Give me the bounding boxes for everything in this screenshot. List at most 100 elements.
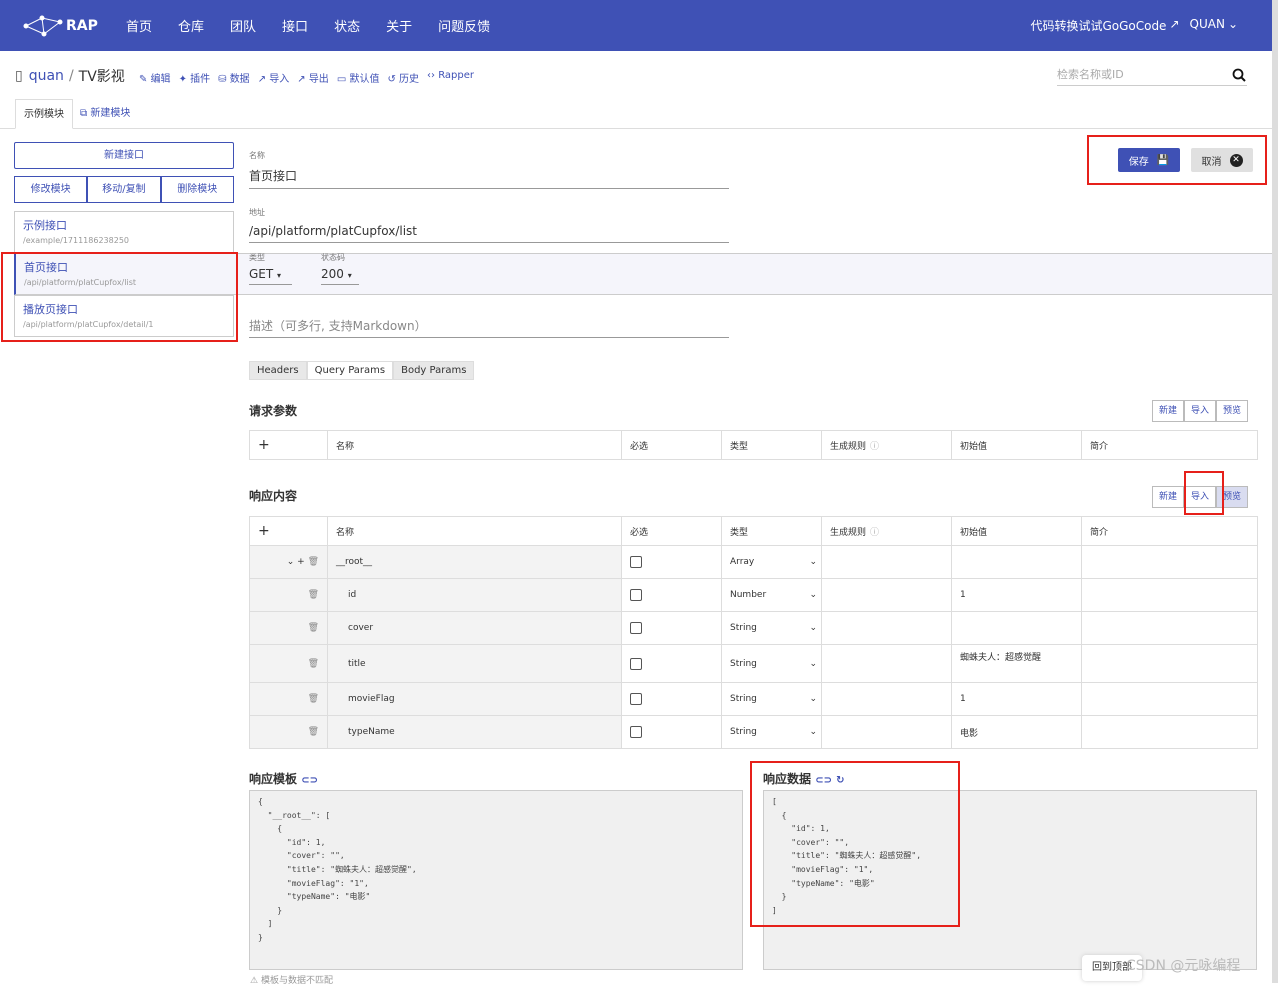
crumb-owner[interactable]: quan	[29, 68, 64, 84]
move-copy-button[interactable]: 移动/复制	[87, 176, 161, 203]
rule-input[interactable]	[822, 716, 952, 748]
rule-input[interactable]	[822, 579, 952, 611]
type-select[interactable]: String ⌄	[730, 659, 821, 669]
desc-input[interactable]	[1082, 645, 1257, 682]
field-name[interactable]: __root__	[328, 546, 622, 578]
field-name[interactable]: movieFlag	[328, 683, 622, 715]
init-input[interactable]	[952, 612, 1082, 644]
init-input[interactable]: 电影	[952, 716, 1082, 748]
scrollbar[interactable]	[1272, 0, 1278, 983]
tab-new-module[interactable]: ⧉ 新建模块	[72, 99, 138, 129]
field-name[interactable]: title	[328, 645, 622, 682]
nav-repo[interactable]: 仓库	[178, 16, 204, 35]
table-row: 🗑 cover String ⌄	[249, 612, 1258, 645]
help-icon: ⓘ	[870, 441, 880, 452]
nav-feedback[interactable]: 问题反馈	[438, 16, 490, 35]
rapper-button[interactable]: ‹› Rapper	[427, 70, 474, 85]
type-select[interactable]: String ⌄	[730, 694, 821, 704]
trash-icon[interactable]: 🗑	[308, 623, 319, 633]
data-button[interactable]: ⛁ 数据	[218, 70, 250, 85]
col-type: 类型	[722, 517, 822, 545]
description-field[interactable]: 描述（可多行, 支持Markdown）	[249, 317, 729, 338]
trash-icon[interactable]: 🗑	[308, 727, 319, 737]
status-select[interactable]: 200 ▾	[321, 267, 359, 285]
module-tabs: 示例模块 ⧉ 新建模块	[0, 97, 1272, 129]
name-field[interactable]: 名称 首页接口	[249, 150, 729, 189]
trash-icon[interactable]: 🗑	[308, 590, 319, 600]
import-button[interactable]: ↗ 导入	[258, 70, 290, 85]
crumb-repo: TV影视	[78, 69, 125, 85]
search-icon[interactable]	[1232, 68, 1246, 82]
request-new-button[interactable]: 新建	[1152, 400, 1185, 422]
init-input[interactable]: 蜘蛛夫人：超感觉醒	[952, 645, 1082, 682]
nav-status[interactable]: 状态	[334, 16, 360, 35]
interface-item[interactable]: 示例接口 /example/1711186238250	[14, 211, 234, 253]
desc-input[interactable]	[1082, 683, 1257, 715]
trash-icon[interactable]: 🗑	[308, 557, 319, 567]
user-menu[interactable]: QUAN	[1190, 17, 1225, 34]
request-preview-button[interactable]: 预览	[1216, 400, 1249, 422]
link-icon[interactable]: ⊂⊃	[301, 775, 318, 786]
required-checkbox[interactable]	[630, 726, 642, 738]
required-checkbox[interactable]	[630, 589, 642, 601]
nav-api[interactable]: 接口	[282, 16, 308, 35]
tab-body-params[interactable]: Body Params	[393, 361, 475, 380]
rule-input[interactable]	[822, 645, 952, 682]
col-required: 必选	[622, 431, 722, 459]
type-select[interactable]: String ⌄	[730, 623, 821, 633]
rule-input[interactable]	[822, 683, 952, 715]
response-new-button[interactable]: 新建	[1152, 486, 1185, 508]
type-select[interactable]: Array ⌄	[730, 557, 821, 567]
new-interface-button[interactable]: 新建接口	[14, 142, 234, 169]
export-button[interactable]: ↗ 导出	[297, 70, 329, 85]
init-input[interactable]	[952, 546, 1082, 578]
table-row: 🗑 title String ⌄ 蜘蛛夫人：超感觉醒	[249, 645, 1258, 683]
desc-input[interactable]	[1082, 546, 1257, 578]
add-child-icon[interactable]: +	[297, 557, 305, 567]
desc-input[interactable]	[1082, 579, 1257, 611]
url-field[interactable]: 地址 /api/platform/platCupfox/list	[249, 207, 729, 243]
type-select[interactable]: String ⌄	[730, 727, 821, 737]
required-checkbox[interactable]	[630, 556, 642, 568]
required-checkbox[interactable]	[630, 622, 642, 634]
brand: RAP	[66, 17, 98, 34]
rule-input[interactable]	[822, 546, 952, 578]
nav-team[interactable]: 团队	[230, 16, 256, 35]
default-button[interactable]: ▭ 默认值	[337, 70, 380, 85]
field-name[interactable]: id	[328, 579, 622, 611]
required-checkbox[interactable]	[630, 693, 642, 705]
plugin-button[interactable]: ✦ 插件	[179, 70, 211, 85]
tab-example-module[interactable]: 示例模块	[15, 99, 73, 129]
desc-input[interactable]	[1082, 612, 1257, 644]
init-input[interactable]: 1	[952, 683, 1082, 715]
tab-query-params[interactable]: Query Params	[306, 361, 394, 380]
edit-module-button[interactable]: 修改模块	[14, 176, 88, 203]
field-name[interactable]: typeName	[328, 716, 622, 748]
nav-about[interactable]: 关于	[386, 16, 412, 35]
chevron-down-icon[interactable]: ⌄	[287, 557, 295, 567]
nav-home[interactable]: 首页	[126, 16, 152, 35]
search-input[interactable]: 检索名称或ID	[1057, 66, 1247, 86]
gogocode-link[interactable]: 代码转换试试GoGoCode	[1030, 17, 1166, 34]
edit-button[interactable]: ✎ 编辑	[139, 70, 171, 85]
trash-icon[interactable]: 🗑	[308, 694, 319, 704]
add-icon[interactable]: +	[250, 517, 328, 545]
tab-headers[interactable]: Headers	[249, 361, 307, 380]
field-name[interactable]: cover	[328, 612, 622, 644]
template-title: 响应模板 ⊂⊃	[249, 772, 318, 786]
required-checkbox[interactable]	[630, 657, 642, 670]
init-input[interactable]: 1	[952, 579, 1082, 611]
type-select[interactable]: Number ⌄	[730, 590, 821, 600]
request-import-button[interactable]: 导入	[1184, 400, 1217, 422]
rule-input[interactable]	[822, 612, 952, 644]
history-button[interactable]: ↺ 历史	[387, 70, 419, 85]
desc-input[interactable]	[1082, 716, 1257, 748]
highlight-box	[1184, 471, 1224, 515]
add-icon[interactable]: +	[250, 431, 328, 459]
method-select[interactable]: GET ▾	[249, 267, 292, 285]
nav-menu: 首页 仓库 团队 接口 状态 关于 问题反馈	[126, 16, 516, 35]
trash-icon[interactable]: 🗑	[308, 659, 319, 669]
logo[interactable]: RAP	[22, 12, 122, 40]
highlight-box	[750, 761, 960, 927]
delete-module-button[interactable]: 删除模块	[160, 176, 234, 203]
